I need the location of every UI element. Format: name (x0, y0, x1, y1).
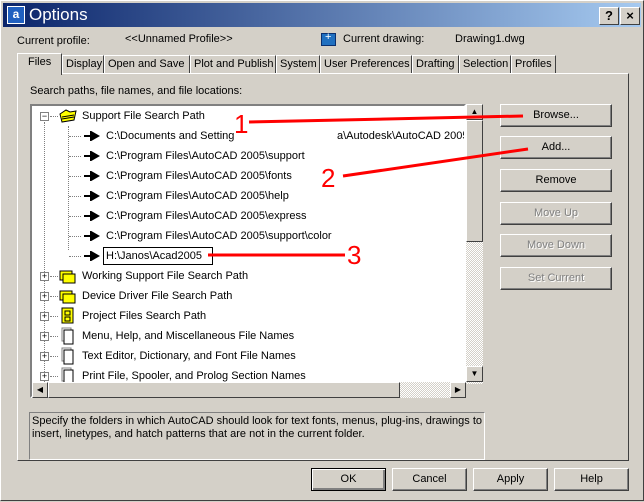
help-footer-button[interactable]: Help (554, 468, 629, 491)
tree-node-label: Working Support File Search Path (82, 270, 249, 282)
set-current-button[interactable]: Set Current (500, 267, 612, 290)
expand-icon[interactable]: + (40, 312, 49, 321)
hscroll-track[interactable] (400, 382, 450, 398)
expand-icon[interactable]: + (40, 272, 49, 281)
tree-connector (50, 376, 58, 377)
options-dialog: a Options ? × Current profile: <<Unnamed… (0, 0, 644, 501)
close-button[interactable]: × (620, 7, 640, 25)
tab-selection[interactable]: Selection (459, 55, 511, 74)
tree-connector (50, 336, 58, 337)
tree-connector (50, 276, 58, 277)
tree-connector (69, 156, 81, 157)
scroll-thumb[interactable] (466, 120, 483, 242)
annotation-3: 3 (347, 240, 362, 270)
expand-icon[interactable]: + (40, 372, 49, 381)
path-text: C:\Program Files\AutoCAD 2005\express (106, 210, 307, 222)
tree-connector (69, 176, 81, 177)
collapse-icon[interactable]: − (40, 112, 49, 121)
path-text: C:\Program Files\AutoCAD 2005\support (106, 150, 305, 162)
tree-connector (50, 356, 58, 357)
annotation-1: 1 (234, 109, 249, 139)
tab-drafting[interactable]: Drafting (412, 55, 459, 74)
expand-icon[interactable]: + (40, 352, 49, 361)
path-text: C:\Program Files\AutoCAD 2005\fonts (106, 170, 292, 182)
tab-system[interactable]: System (276, 55, 320, 74)
browse-button[interactable]: Browse... (500, 104, 612, 127)
tree-connector (50, 316, 58, 317)
path-overflow-text: a\Autodesk\AutoCAD 2005 (337, 130, 466, 142)
tree-connector (50, 116, 58, 117)
scroll-up-button[interactable]: ▲ (466, 104, 483, 120)
arrow-right-icon (84, 171, 100, 181)
open-folders-icon (59, 109, 77, 123)
files-icon (61, 327, 74, 345)
arrow-right-icon (84, 211, 100, 221)
tree-connector (50, 296, 58, 297)
project-icon (61, 307, 74, 324)
tree-node-label: Menu, Help, and Miscellaneous File Names (82, 330, 295, 342)
title-bar[interactable]: a Options ? × (3, 3, 641, 27)
remove-button[interactable]: Remove (500, 169, 612, 192)
current-drawing-value: Drawing1.dwg (455, 33, 525, 45)
tree-connector (69, 256, 81, 257)
cancel-button[interactable]: Cancel (392, 468, 467, 491)
current-drawing-label: Current drawing: (343, 33, 425, 45)
scroll-down-button[interactable]: ▼ (466, 366, 483, 382)
tree-node-label: Text Editor, Dictionary, and Font File N… (82, 350, 296, 362)
help-button[interactable]: ? (599, 7, 619, 25)
tree-node-label: Support File Search Path (82, 110, 205, 122)
app-icon: a (7, 6, 25, 24)
tree-connector (69, 236, 81, 237)
tab-profiles[interactable]: Profiles (511, 55, 556, 74)
tree-connector (69, 136, 81, 137)
tab-display[interactable]: Display (62, 55, 104, 74)
arrow-right-icon (84, 191, 100, 201)
tab-plot-and-publish[interactable]: Plot and Publish (190, 55, 276, 74)
annotation-2: 2 (321, 163, 336, 193)
ok-button[interactable]: OK (311, 468, 386, 491)
description-text: Specify the folders in which AutoCAD sho… (29, 412, 485, 460)
expand-icon[interactable]: + (40, 292, 49, 301)
files-icon (61, 347, 74, 365)
folders-icon (59, 270, 76, 284)
tree-connector (69, 196, 81, 197)
move-up-button[interactable]: Move Up (500, 202, 612, 225)
arrow-right-icon (84, 151, 100, 161)
drawing-icon (321, 31, 336, 46)
move-down-button[interactable]: Move Down (500, 234, 612, 257)
tree-node-label: Project Files Search Path (82, 310, 207, 322)
current-profile-value: <<Unnamed Profile>> (125, 33, 233, 45)
arrow-right-icon (84, 231, 100, 241)
path-edit-input[interactable]: H:\Janos\Acad2005 (103, 247, 213, 265)
path-text: C:\Documents and Setting (106, 130, 235, 142)
path-text: C:\Program Files\AutoCAD 2005\support\co… (106, 230, 332, 242)
vertical-scrollbar[interactable]: ▲ ▼ (466, 104, 483, 384)
horizontal-scrollbar[interactable]: ◀ ▶ (32, 382, 466, 398)
apply-button[interactable]: Apply (473, 468, 548, 491)
tree-label: Search paths, file names, and file locat… (30, 85, 243, 97)
window-title: Options (29, 5, 88, 24)
arrow-right-icon (84, 131, 100, 141)
tab-open-and-save[interactable]: Open and Save (104, 55, 190, 74)
tab-user-preferences[interactable]: User Preferences (320, 55, 412, 74)
add-button[interactable]: Add... (500, 136, 612, 159)
hscroll-thumb[interactable] (48, 382, 400, 398)
tree-node-label: Device Driver File Search Path (82, 290, 233, 302)
arrow-right-icon (84, 251, 100, 261)
folders-icon (59, 290, 76, 304)
search-path-tree[interactable]: − Support File Search Path C:\Documents … (30, 104, 466, 398)
path-text: C:\Program Files\AutoCAD 2005\help (106, 190, 289, 202)
tab-files[interactable]: Files (17, 53, 62, 75)
scroll-right-button[interactable]: ▶ (450, 382, 466, 398)
tree-connector (69, 216, 81, 217)
current-profile-label: Current profile: (17, 35, 90, 47)
scroll-left-button[interactable]: ◀ (32, 382, 48, 398)
expand-icon[interactable]: + (40, 332, 49, 341)
